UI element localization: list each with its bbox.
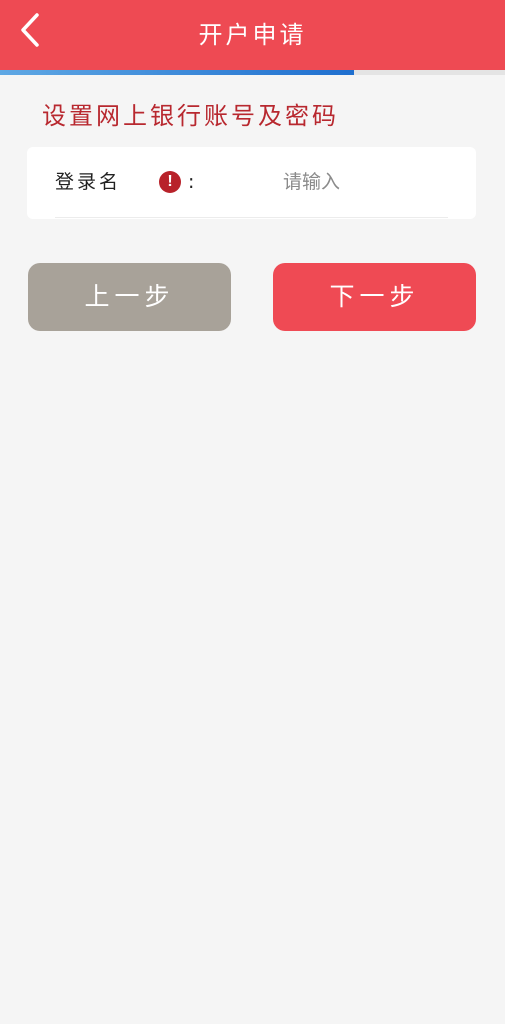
info-alert-icon[interactable]: ! bbox=[159, 171, 181, 193]
login-name-row: 登录名 ! : bbox=[55, 147, 448, 218]
form-card: 登录名 ! : bbox=[27, 147, 476, 219]
app-header: 开户申请 bbox=[0, 0, 505, 70]
login-name-input[interactable] bbox=[225, 165, 445, 199]
progress-bar bbox=[0, 70, 505, 75]
page-title: 开户申请 bbox=[198, 21, 307, 49]
prev-step-button[interactable]: 上一步 bbox=[28, 263, 231, 331]
section-title: 设置网上银行账号及密码 bbox=[42, 102, 339, 130]
label-colon: : bbox=[188, 171, 195, 193]
progress-bar-fill bbox=[0, 70, 354, 75]
login-name-label: 登录名 bbox=[55, 171, 122, 193]
next-step-button[interactable]: 下一步 bbox=[273, 263, 476, 331]
